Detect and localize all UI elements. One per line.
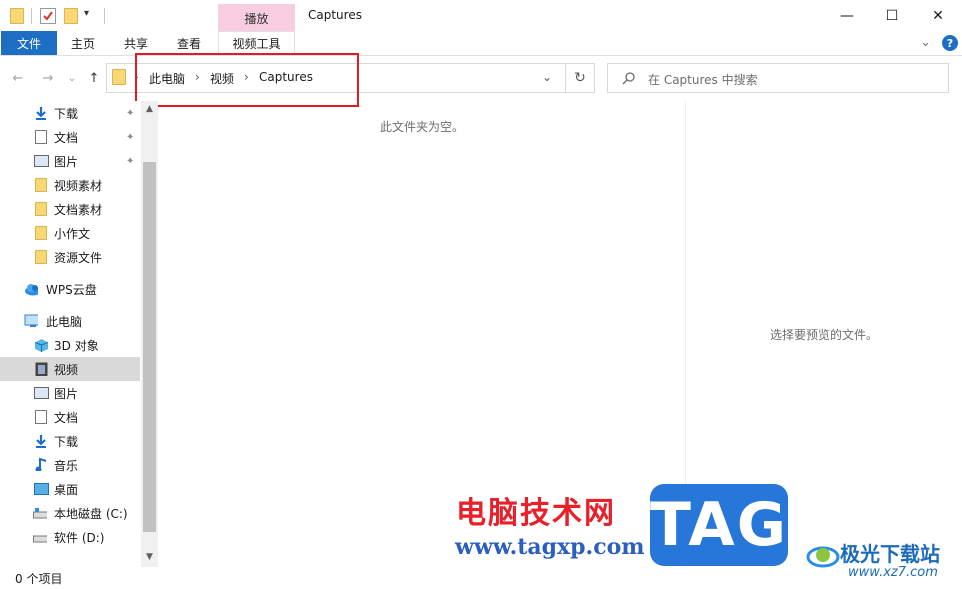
sidebar-item-documents[interactable]: 文档 ✦ xyxy=(0,125,140,149)
sidebar-item-pictures[interactable]: 图片 ✦ xyxy=(0,149,140,173)
search-placeholder: 在 Captures 中搜索 xyxy=(648,73,758,87)
tab-video-tools[interactable]: 视频工具 xyxy=(218,31,295,55)
document-icon xyxy=(35,410,47,424)
folder-icon xyxy=(35,250,47,264)
sidebar-item-drive-c[interactable]: 本地磁盘 (C:) xyxy=(0,501,140,525)
refresh-button[interactable]: ↻ xyxy=(565,63,595,93)
forward-button[interactable]: → xyxy=(40,69,56,87)
pin-icon[interactable]: ✦ xyxy=(126,132,134,143)
back-button[interactable]: ← xyxy=(10,69,26,87)
sidebar-item-label: 图片 xyxy=(54,386,79,401)
computer-icon xyxy=(24,314,38,327)
aurora-logo-icon xyxy=(806,546,840,568)
contextual-group-play[interactable]: 播放 xyxy=(218,4,295,32)
tab-view[interactable]: 查看 xyxy=(168,31,210,55)
folder-icon xyxy=(35,178,47,192)
cloud-icon xyxy=(25,284,38,296)
sidebar-item-documents-pc[interactable]: 文档 xyxy=(0,405,140,429)
empty-folder-message: 此文件夹为空。 xyxy=(380,120,465,134)
sidebar-item-desktop[interactable]: 桌面 xyxy=(0,477,140,501)
chevron-down-icon[interactable]: ⌄ xyxy=(920,35,931,50)
sidebar-item-wps-cloud[interactable]: WPS云盘 xyxy=(0,277,140,301)
window-title: Captures xyxy=(308,8,362,22)
title-bar xyxy=(0,0,962,32)
sidebar-item-resources[interactable]: 资源文件 xyxy=(0,245,140,269)
document-icon xyxy=(35,130,47,144)
recent-locations-button[interactable]: ⌄ xyxy=(64,69,80,87)
close-button[interactable]: ✕ xyxy=(915,0,961,31)
sidebar-item-music[interactable]: 音乐 xyxy=(0,453,140,477)
sidebar-item-label: 下载 xyxy=(54,434,79,449)
sidebar-item-label: 此电脑 xyxy=(46,314,83,329)
maximize-button[interactable]: ☐ xyxy=(869,0,915,31)
picture-icon xyxy=(34,387,49,399)
tab-home[interactable]: 主页 xyxy=(62,31,104,55)
sidebar-item-label: 本地磁盘 (C:) xyxy=(54,506,128,521)
sidebar-item-label: 视频素材 xyxy=(54,178,103,193)
item-count: 0 个项目 xyxy=(15,572,63,586)
sidebar-item-this-pc[interactable]: 此电脑 xyxy=(0,309,140,333)
minimize-button[interactable]: — xyxy=(824,0,870,31)
divider xyxy=(104,8,105,24)
scroll-down-button[interactable]: ▼ xyxy=(141,549,158,565)
watermark-title: 电脑技术网 xyxy=(456,496,616,531)
folder-icon xyxy=(35,202,47,216)
sidebar-item-label: 资源文件 xyxy=(54,250,103,265)
tab-share[interactable]: 共享 xyxy=(115,31,157,55)
sidebar-item-video-assets[interactable]: 视频素材 xyxy=(0,173,140,197)
download-icon xyxy=(36,435,46,448)
folder-icon xyxy=(35,226,47,240)
new-folder-icon[interactable] xyxy=(64,8,78,24)
watermark-url: www.tagxp.com xyxy=(455,534,645,560)
drive-icon xyxy=(33,508,47,519)
scrollbar-thumb[interactable] xyxy=(143,162,156,532)
sidebar-item-pictures-pc[interactable]: 图片 xyxy=(0,381,140,405)
sidebar-item-label: 文档 xyxy=(54,130,79,145)
desktop-icon xyxy=(34,483,49,495)
watermark-site-name: 极光下载站 xyxy=(840,542,940,566)
address-dropdown-button[interactable]: ⌄ xyxy=(542,70,552,84)
up-button[interactable]: ↑ xyxy=(86,69,102,87)
sidebar-item-label: 小作文 xyxy=(54,226,91,241)
sidebar-item-label: 下载 xyxy=(54,106,79,121)
watermark-site-url: www.xz7.com xyxy=(848,565,938,580)
scroll-up-button[interactable]: ▲ xyxy=(141,101,158,117)
tab-file[interactable]: 文件 xyxy=(1,31,57,55)
sidebar-item-downloads-pc[interactable]: 下载 xyxy=(0,429,140,453)
search-icon xyxy=(622,72,635,85)
sidebar-item-drive-d[interactable]: 软件 (D:) xyxy=(0,525,140,549)
properties-icon[interactable] xyxy=(40,8,56,24)
sidebar-item-label: 视频 xyxy=(54,362,79,377)
sidebar-item-3d-objects[interactable]: 3D 对象 xyxy=(0,333,140,357)
folder-icon xyxy=(112,69,126,85)
sidebar-item-label: 文档 xyxy=(54,410,79,425)
sidebar-item-label: 软件 (D:) xyxy=(54,530,105,545)
sidebar-item-label: 音乐 xyxy=(54,458,79,473)
watermark-tag-logo: TAG xyxy=(650,484,788,566)
annotation-highlight xyxy=(135,53,359,107)
video-icon xyxy=(35,362,48,376)
drive-icon xyxy=(33,535,47,543)
sidebar-item-videos[interactable]: 视频 xyxy=(0,357,140,381)
sidebar-item-label: 3D 对象 xyxy=(54,338,99,353)
sidebar-item-downloads[interactable]: 下载 ✦ xyxy=(0,101,140,125)
picture-icon xyxy=(34,155,49,167)
pin-icon[interactable]: ✦ xyxy=(126,156,134,167)
sidebar-item-label: 文档素材 xyxy=(54,202,103,217)
divider xyxy=(31,8,32,24)
sidebar-item-document-assets[interactable]: 文档素材 xyxy=(0,197,140,221)
folder-icon xyxy=(10,8,24,24)
download-icon xyxy=(36,107,46,120)
sidebar-item-label: WPS云盘 xyxy=(46,282,97,297)
customize-toolbar-icon[interactable]: ▾ xyxy=(84,8,89,19)
sidebar-item-label: 图片 xyxy=(54,154,79,169)
sidebar-item-label: 桌面 xyxy=(54,482,79,497)
pin-icon[interactable]: ✦ xyxy=(126,108,134,119)
sidebar-item-essays[interactable]: 小作文 xyxy=(0,221,140,245)
help-icon[interactable]: ? xyxy=(942,35,958,51)
music-icon xyxy=(35,457,47,471)
preview-pane-message: 选择要预览的文件。 xyxy=(770,328,879,342)
cube-icon xyxy=(34,339,48,352)
